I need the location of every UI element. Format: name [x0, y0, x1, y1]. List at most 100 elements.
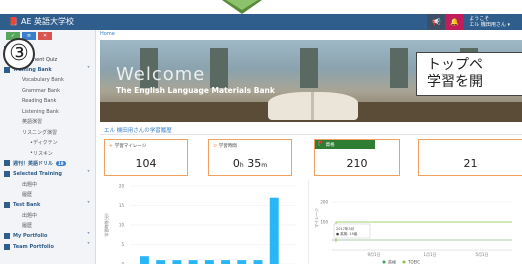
sidebar-item-label: 英語演習	[22, 119, 43, 126]
sidebar-item[interactable]: 週刊！英語ドリル 19	[0, 158, 96, 168]
sidebar-item[interactable]: Test Bank ˅	[0, 200, 96, 210]
sidebar-item[interactable]: • ディクテン	[0, 138, 96, 148]
tooltip-text: ● 英検: 15級	[336, 231, 358, 236]
y-tick-label: 15	[119, 203, 125, 208]
sidebar-item-label: リスニング演習	[22, 129, 58, 136]
clipboard-icon	[4, 202, 10, 209]
megaphone-icon[interactable]: 📢	[427, 14, 446, 30]
folder-icon	[4, 233, 10, 240]
study-time-card: ⊙ 学習時間 0h 35m	[208, 139, 292, 176]
card-value: 21	[463, 157, 478, 170]
sidebar-item[interactable]: Vocabulary Bank	[0, 75, 96, 85]
sidebar-close-button[interactable]: ✕	[38, 32, 52, 40]
chevron-down-icon: ˅	[87, 242, 90, 250]
sidebar-item[interactable]: Grammar Bank	[0, 86, 96, 96]
hero-subtitle: The English Language Materials Bank	[116, 86, 275, 95]
sidebar-item[interactable]: 履歴	[0, 221, 96, 231]
sidebar-item[interactable]: Team Portfolio ˅	[0, 241, 96, 251]
bell-icon[interactable]: 🔔	[445, 14, 464, 30]
sidebar-item[interactable]: 出題中	[0, 179, 96, 189]
card-label: 学習マイレージ	[114, 144, 147, 149]
card-value: 210	[346, 157, 368, 170]
sidebar-item[interactable]: リスニング演習	[0, 127, 96, 137]
bar	[221, 260, 231, 264]
hero-building	[210, 48, 228, 88]
chevron-down-icon: ˅	[87, 232, 90, 240]
check-icon	[4, 170, 10, 177]
sidebar-item-label: 週刊！英語ドリル	[13, 160, 54, 167]
y-tick-label: 20	[119, 184, 125, 189]
sidebar-item-label: 出題中	[22, 181, 38, 188]
breadcrumb-home[interactable]: Home	[100, 31, 115, 37]
sidebar-item-label: ディクテン	[32, 140, 58, 147]
y-axis-label: 学習時間(分)	[103, 213, 109, 237]
sidebar-item-label: Test Bank	[13, 202, 41, 209]
hero-title: Welcome	[116, 64, 206, 85]
study-time-bar-chart: 05101520学習時間(分)	[103, 184, 296, 264]
card-value: 104	[135, 157, 157, 170]
sidebar-item-label: Reading Bank	[22, 98, 57, 105]
y-axis-label: マイレージ	[314, 208, 319, 228]
sidebar-item-label: Selected Training	[13, 170, 62, 177]
chevron-down-icon: ˅	[87, 169, 90, 177]
brand[interactable]: 📕 AE 英語大学校	[8, 16, 74, 27]
breadcrumb[interactable]: Home	[100, 31, 115, 37]
sidebar-item[interactable]: My Portfolio ˅	[0, 231, 96, 241]
chevron-down-icon: ˅	[87, 65, 90, 73]
flag-icon: 🚩	[318, 142, 324, 147]
sidebar-item-label: Listening Bank	[22, 108, 59, 115]
sidebar-item-label: 出題中	[22, 212, 38, 219]
sidebar-item[interactable]: 英語演習	[0, 117, 96, 127]
legend-dot	[382, 260, 386, 264]
bar	[172, 260, 182, 264]
user-name: エル 機田用さん	[469, 22, 506, 28]
legend-dot	[402, 260, 406, 264]
hero-book-spine	[311, 92, 314, 120]
sidebar-item-label: Grammar Bank	[22, 87, 61, 94]
sidebar-item-label: 履歴	[22, 192, 33, 199]
sidebar-item[interactable]: 履歴	[0, 189, 96, 199]
x-tick-label: 5月1日	[475, 252, 488, 257]
user-menu[interactable]: ようこそ エル 機田用さん ▾	[469, 16, 510, 28]
card-value: 0h 35m	[232, 157, 268, 170]
app-title: AE 英語大学校	[20, 17, 75, 26]
mileage-card: ✈ 学習マイレージ 104	[104, 139, 188, 176]
callout-line-1: トップペ	[427, 57, 483, 73]
hero-building	[390, 48, 408, 88]
team-icon	[4, 243, 10, 250]
card-label: 学習時間	[218, 144, 237, 149]
y-tick-label: 100	[320, 220, 328, 225]
instruction-callout: トップペ 学習を開	[416, 52, 522, 96]
section-title: エル 機田用さんの学習履歴	[104, 128, 172, 134]
sidebar-item[interactable]: 出題中	[0, 210, 96, 220]
tooltip-date: 2017年3月	[336, 226, 354, 231]
chevron-down-icon: ˅	[87, 200, 90, 208]
legend-label: 英検	[388, 259, 396, 264]
count-card: 21	[418, 139, 522, 176]
bar	[237, 260, 247, 264]
sidebar-item[interactable]: Reading Bank	[0, 96, 96, 106]
sidebar-item[interactable]: • リスキン	[0, 148, 96, 158]
bank-icon	[4, 66, 10, 73]
bar	[140, 256, 149, 264]
bar	[204, 260, 214, 264]
top-navbar: 📕 AE 英語大学校 📢 🔔 ようこそ エル 機田用さん ▾	[0, 14, 522, 30]
count-badge: 19	[56, 160, 66, 166]
chart-divider	[308, 180, 309, 264]
bar	[253, 260, 263, 264]
bar	[269, 197, 279, 264]
card-label: 資格	[325, 142, 335, 148]
x-tick-label: 9月1日	[367, 252, 380, 257]
bar	[188, 260, 198, 264]
y-tick-label: 200	[320, 200, 328, 205]
callout-line-2: 学習を開	[427, 74, 483, 90]
sidebar-item[interactable]: Listening Bank	[0, 106, 96, 116]
sidebar-item-label: My Portfolio	[13, 233, 48, 240]
sidebar-item[interactable]: Selected Training ˅	[0, 169, 96, 179]
screen: { "app": {"title": "AE 英語大学校", "user_gre…	[0, 0, 522, 264]
clock-icon: ⊙	[213, 143, 217, 149]
bar	[156, 260, 166, 264]
sidebar-menu: HomePlacement QuizTraining Bank˅Vocabula…	[0, 44, 96, 252]
sidebar-item-label: 履歴	[22, 223, 33, 230]
sidebar-item-label: リスキン	[32, 150, 53, 157]
